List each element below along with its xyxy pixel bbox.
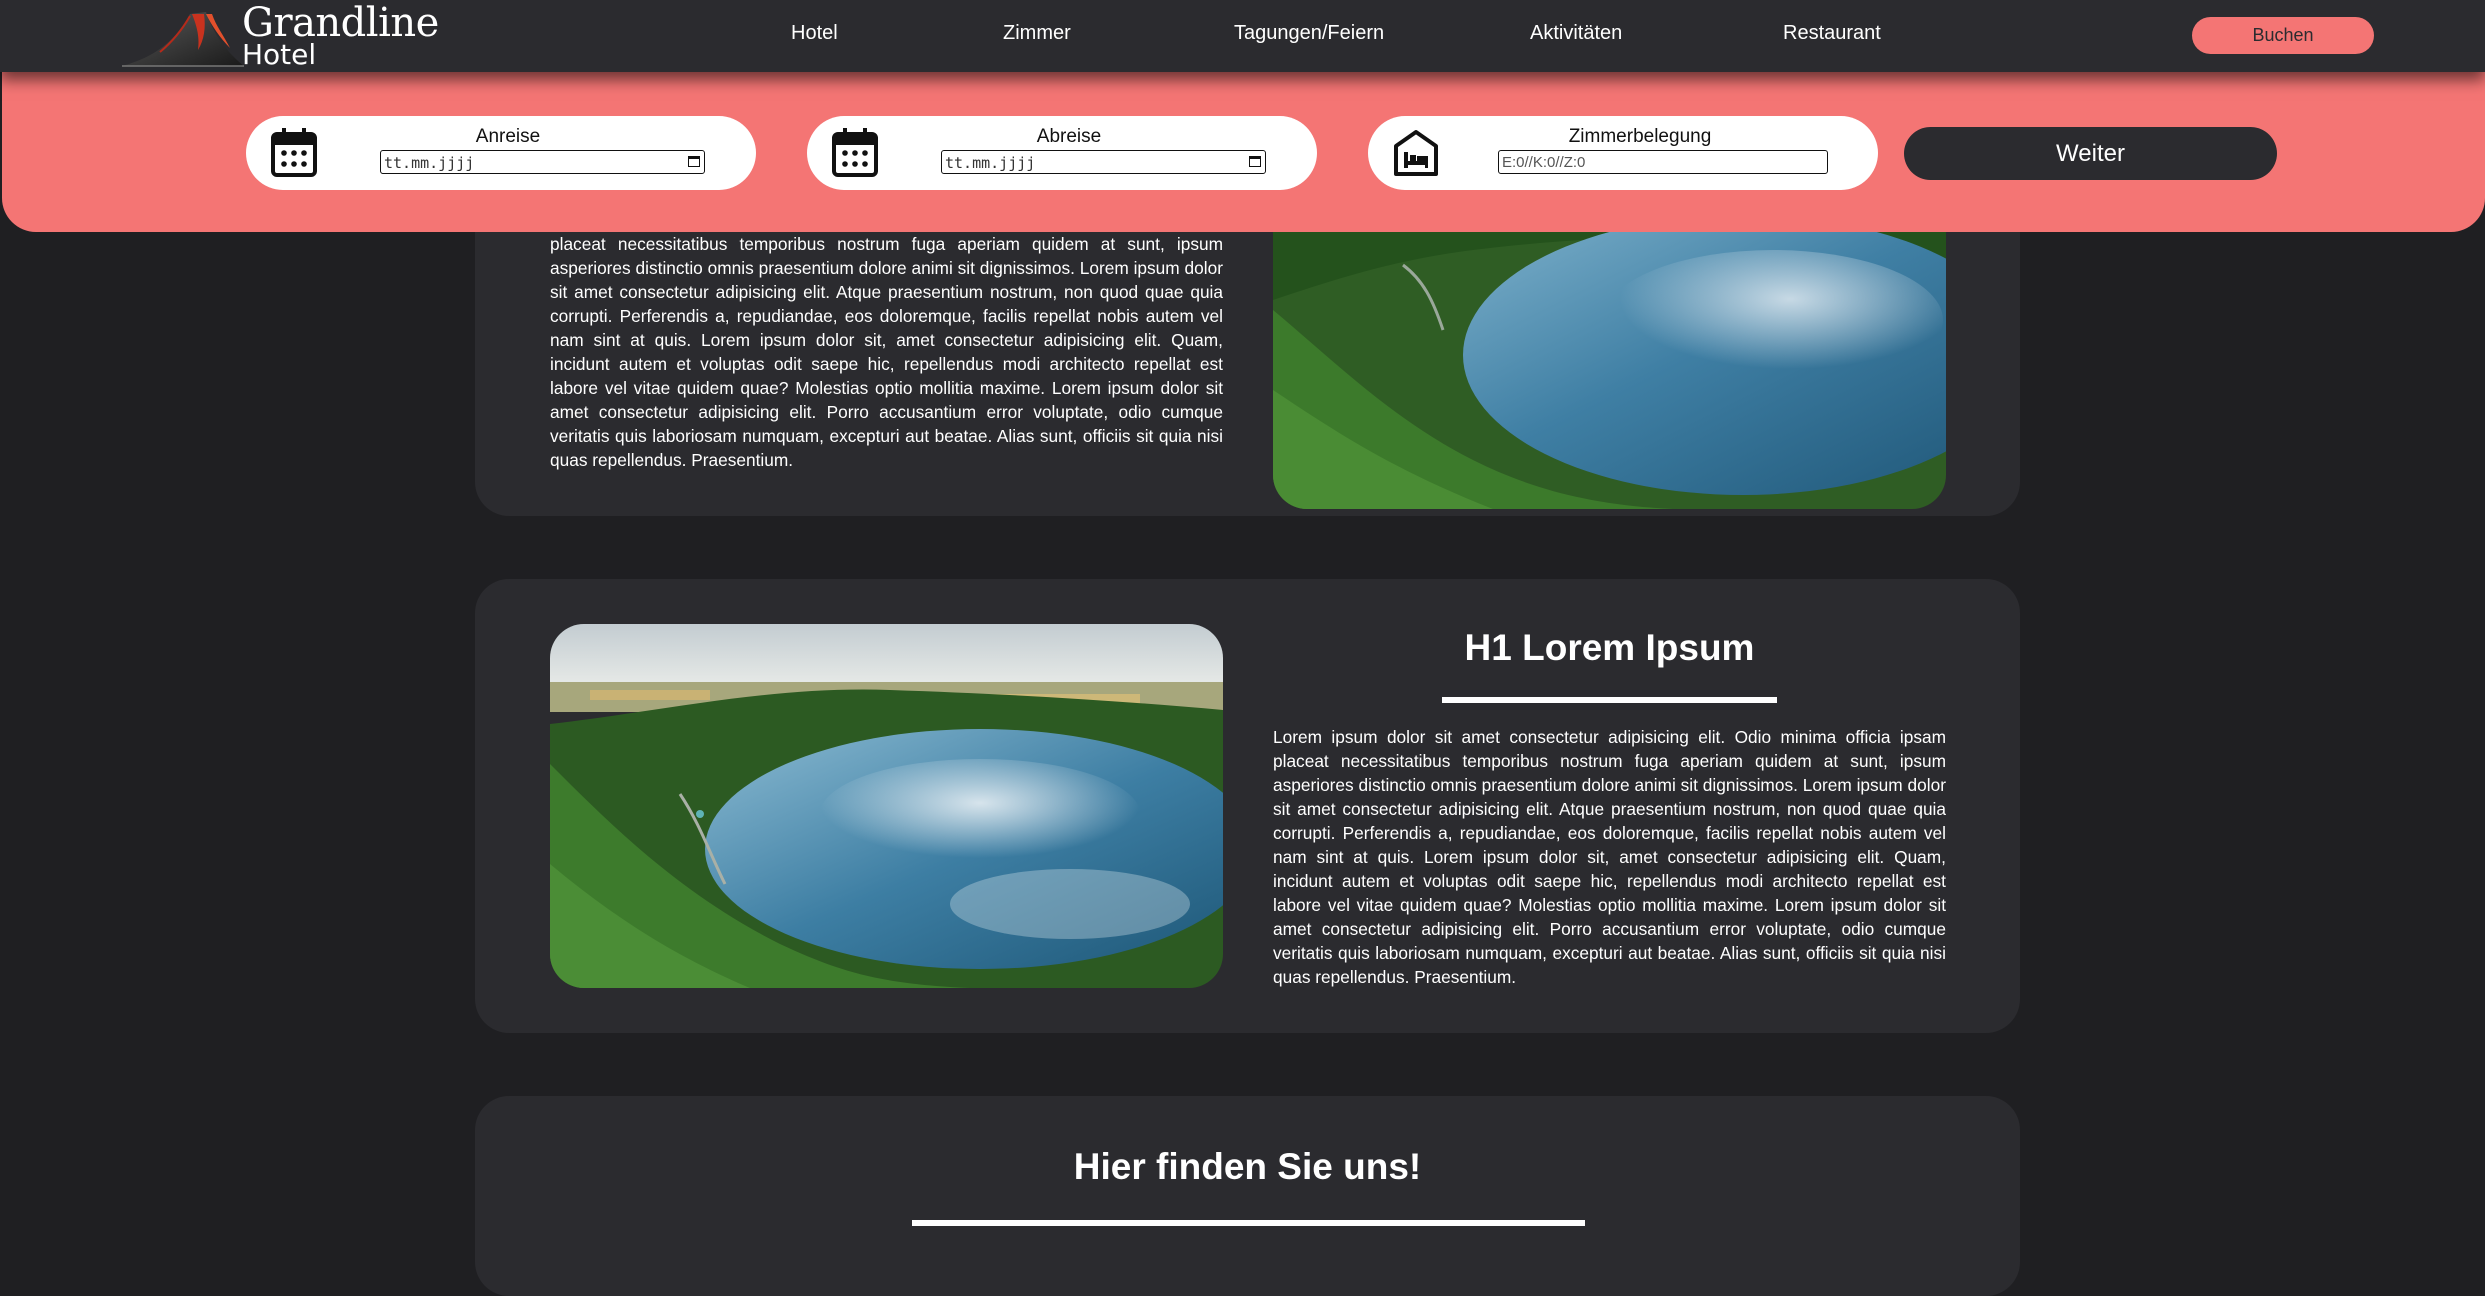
departure-label: Abreise	[1036, 126, 1102, 147]
brand-subtitle: Hotel	[242, 38, 317, 71]
arrival-date-input[interactable]: tt.mm.jjjj	[380, 150, 705, 174]
rooms-value: E:0//K:0//Z:0	[1502, 154, 1586, 171]
next-button[interactable]: Weiter	[1904, 127, 2277, 180]
rooms-input[interactable]: E:0//K:0//Z:0	[1498, 150, 1828, 174]
content-card-2: H1 Lorem Ipsum Lorem ipsum dolor sit ame…	[475, 579, 2020, 1033]
heading-underline	[1442, 697, 1777, 703]
nav-restaurant[interactable]: Restaurant	[1783, 22, 1881, 45]
booking-bar: Anreise tt.mm.jjjj Abreise tt.mm.jjjj Zi…	[2, 50, 2485, 232]
nav-hotel[interactable]: Hotel	[791, 22, 838, 45]
nav-tagungen-feiern[interactable]: Tagungen/Feiern	[1234, 22, 1384, 45]
arrival-picker: Anreise tt.mm.jjjj	[246, 116, 756, 190]
location-heading: Hier finden Sie uns!	[1073, 1146, 1422, 1187]
date-picker-icon[interactable]	[688, 156, 700, 167]
bed-icon	[1392, 128, 1440, 180]
card-2-text: Lorem ipsum dolor sit amet consectetur a…	[1273, 727, 1946, 987]
departure-placeholder: tt.mm.jjjj	[945, 154, 1036, 172]
departure-date-input[interactable]: tt.mm.jjjj	[941, 150, 1266, 174]
card-1-text: placeat necessitatibus temporibus nostru…	[550, 234, 1223, 470]
arrival-placeholder: tt.mm.jjjj	[384, 154, 475, 172]
hotel-logo[interactable]: Grandline Hotel	[120, 0, 440, 71]
calendar-icon	[270, 126, 318, 178]
room-occupancy-picker: Zimmerbelegung E:0//K:0//Z:0	[1368, 116, 1878, 190]
nav-zimmer[interactable]: Zimmer	[1003, 22, 1071, 45]
book-button[interactable]: Buchen	[2192, 17, 2374, 54]
top-navigation: Grandline Hotel Hotel Zimmer Tagungen/Fe…	[0, 0, 2485, 72]
nav-aktivitaeten[interactable]: Aktivitäten	[1530, 22, 1622, 45]
arrival-label: Anreise	[475, 126, 541, 147]
lake-photo-2	[550, 624, 1223, 988]
lake-photo-1	[1273, 190, 1946, 509]
date-picker-icon[interactable]	[1249, 156, 1261, 167]
calendar-icon	[831, 126, 879, 178]
location-card: Hier finden Sie uns!	[475, 1096, 2020, 1296]
departure-picker: Abreise tt.mm.jjjj	[807, 116, 1317, 190]
location-underline	[912, 1220, 1585, 1226]
section-heading: H1 Lorem Ipsum	[1464, 627, 1755, 668]
rooms-label: Zimmerbelegung	[1568, 126, 1712, 147]
volcano-logo-icon	[122, 12, 244, 67]
